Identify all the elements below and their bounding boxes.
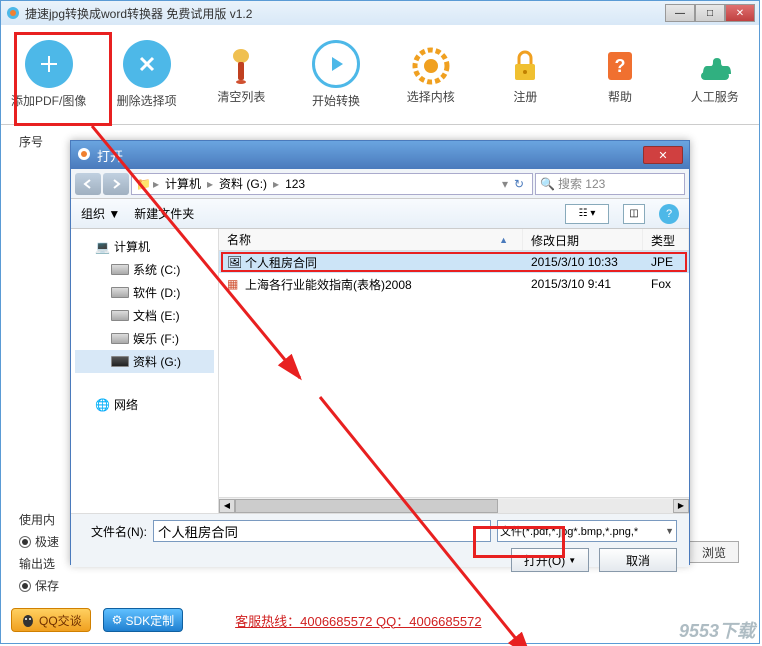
- computer-icon: 💻: [95, 240, 110, 254]
- tree-network[interactable]: 🌐 网络: [75, 393, 214, 416]
- col-date[interactable]: 修改日期: [523, 229, 643, 250]
- dialog-title: 打开: [97, 146, 643, 165]
- add-pdf-button[interactable]: 添加PDF/图像: [11, 33, 86, 116]
- refresh-icon[interactable]: ↻: [510, 177, 528, 191]
- tree-drive-d[interactable]: 软件 (D:): [75, 281, 214, 304]
- new-folder-button[interactable]: 新建文件夹: [134, 205, 194, 222]
- folder-tree: 💻 计算机 系统 (C:) 软件 (D:) 文档 (E:) 娱乐 (F:) 资料…: [71, 229, 219, 513]
- breadcrumb[interactable]: 📁 ▸ 计算机 ▸ 资料 (G:) ▸ 123 ▾ ↻: [131, 173, 533, 195]
- col-name[interactable]: 名称▲: [219, 229, 523, 250]
- drive-icon: [111, 310, 129, 321]
- maximize-button[interactable]: □: [695, 4, 725, 22]
- select-core-button[interactable]: 选择内核: [396, 33, 465, 116]
- main-titlebar: 捷速jpg转换成word转换器 免费试用版 v1.2 — □ ✕: [1, 1, 759, 25]
- filename-label: 文件名(N):: [83, 523, 147, 540]
- tree-drive-c[interactable]: 系统 (C:): [75, 258, 214, 281]
- tree-drive-e[interactable]: 文档 (E:): [75, 304, 214, 327]
- nav-forward-button[interactable]: [103, 173, 129, 195]
- open-file-button[interactable]: 打开(O)▼: [511, 548, 589, 572]
- file-row[interactable]: ▦上海各行业能效指南(表格)2008 2015/3/10 9:41 Fox: [219, 273, 689, 295]
- nav-back-button[interactable]: [75, 173, 101, 195]
- browse-button[interactable]: 浏览: [689, 541, 739, 563]
- dialog-close-button[interactable]: ✕: [643, 146, 683, 164]
- manual-service-button[interactable]: 人工服务: [680, 33, 749, 116]
- cancel-button[interactable]: 取消: [599, 548, 677, 572]
- view-mode-button[interactable]: ☷ ▾: [565, 204, 609, 224]
- output-option-label: 输出选: [19, 553, 59, 575]
- tree-computer[interactable]: 💻 计算机: [75, 235, 214, 258]
- file-list: 名称▲ 修改日期 类型 🖼个人租房合同 2015/3/10 10:33 JPE …: [219, 229, 689, 513]
- dialog-help-button[interactable]: ?: [659, 204, 679, 224]
- quick-mode-radio[interactable]: [19, 536, 31, 548]
- drive-icon: [111, 356, 129, 367]
- drive-icon: [111, 287, 129, 298]
- preview-pane-button[interactable]: ◫: [623, 204, 645, 224]
- search-icon: 🔍: [540, 177, 555, 191]
- open-dialog: 打开 ✕ 📁 ▸ 计算机 ▸ 资料 (G:) ▸ 123 ▾ ↻ 🔍 搜索 12…: [70, 140, 690, 565]
- file-filter-select[interactable]: 文件(*.pdf,*.jpg*.bmp,*.png,*▼: [497, 520, 677, 542]
- network-icon: 🌐: [95, 398, 110, 412]
- filename-input[interactable]: [153, 520, 491, 542]
- hotline-link[interactable]: 客服热线：4006685572 QQ：4006685572: [235, 611, 481, 630]
- folder-icon: 📁: [136, 177, 151, 191]
- image-file-icon: 🖼: [227, 255, 241, 269]
- file-row[interactable]: 🖼个人租房合同 2015/3/10 10:33 JPE: [219, 251, 689, 273]
- sdk-badge[interactable]: ⚙ SDK定制: [103, 608, 183, 632]
- help-button[interactable]: ? 帮助: [586, 33, 655, 116]
- tree-drive-f[interactable]: 娱乐 (F:): [75, 327, 214, 350]
- svg-text:?: ?: [615, 56, 626, 76]
- dialog-icon: [77, 147, 93, 163]
- main-toolbar: 添加PDF/图像 删除选择项 清空列表 开始转换 选择内核 注册 ? 帮助 人工: [1, 25, 759, 125]
- use-core-label: 使用内: [19, 509, 59, 531]
- sort-indicator-icon: ▲: [499, 235, 508, 245]
- clear-list-button[interactable]: 清空列表: [207, 33, 276, 116]
- close-button[interactable]: ✕: [725, 4, 755, 22]
- watermark: 9553下载: [679, 617, 755, 643]
- drive-icon: [111, 333, 129, 344]
- save-label: 保存: [35, 575, 59, 597]
- main-title: 捷速jpg转换成word转换器 免费试用版 v1.2: [25, 5, 665, 22]
- organize-menu[interactable]: 组织 ▼: [81, 205, 120, 222]
- horizontal-scrollbar[interactable]: ◀▶: [219, 497, 689, 513]
- minimize-button[interactable]: —: [665, 4, 695, 22]
- start-convert-button[interactable]: 开始转换: [302, 33, 371, 116]
- save-radio[interactable]: [19, 580, 31, 592]
- col-type[interactable]: 类型: [643, 229, 689, 250]
- qq-chat-badge[interactable]: QQ交谈: [11, 608, 91, 632]
- search-input[interactable]: 🔍 搜索 123: [535, 173, 685, 195]
- app-icon: [5, 5, 21, 21]
- drive-icon: [111, 264, 129, 275]
- register-button[interactable]: 注册: [491, 33, 560, 116]
- delete-selection-button[interactable]: 删除选择项: [112, 33, 181, 116]
- pdf-file-icon: ▦: [227, 277, 241, 291]
- tree-drive-g[interactable]: 资料 (G:): [75, 350, 214, 373]
- quick-mode-label: 极速: [35, 531, 59, 553]
